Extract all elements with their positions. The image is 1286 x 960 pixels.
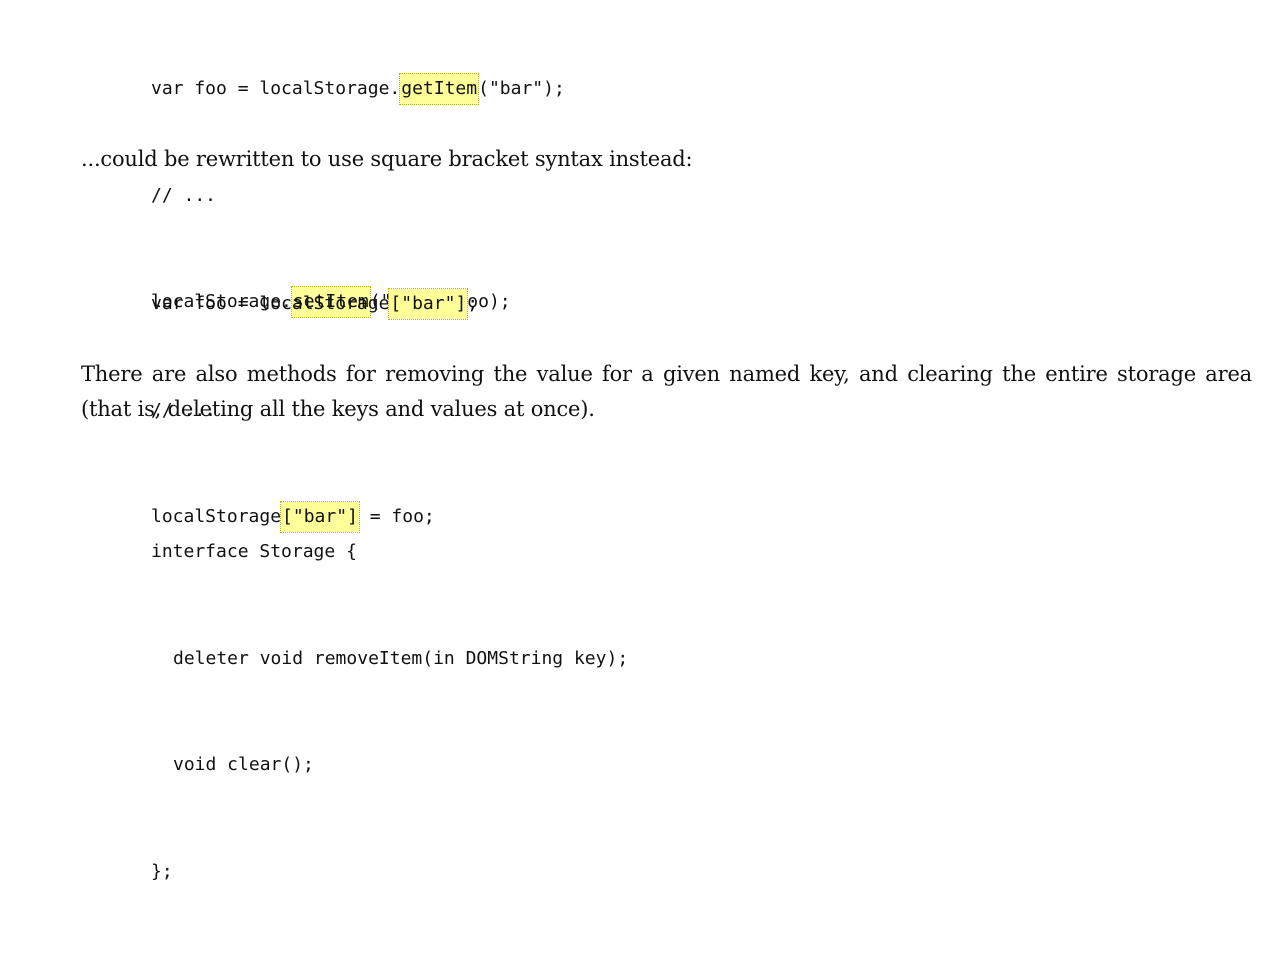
document-page: var foo = localStorage.getItem("bar"); /… [0, 0, 1286, 882]
code-text: deleter void removeItem(in DOMString key… [173, 647, 629, 669]
code-comment-line: // ... [151, 178, 565, 214]
highlighted-method: getItem [399, 73, 480, 105]
code-text: var foo = localStorage. [151, 78, 401, 99]
code-line-indented: deleter void removeItem(in DOMString key… [151, 641, 628, 677]
code-text: ; [467, 293, 479, 314]
code-text: void clear(); [173, 754, 314, 775]
code-line-indented: void clear(); [151, 747, 628, 783]
code-text: var foo = localStorage [151, 293, 390, 314]
paragraph-intro-square-brackets: ...could be rewritten to use square brac… [81, 147, 693, 171]
highlighted-bracket: ["bar"] [388, 288, 469, 320]
code-line: }; [151, 860, 173, 882]
code-text: ("bar"); [478, 78, 565, 99]
code-comment: // ... [151, 184, 217, 206]
code-line: var foo = localStorage["bar"]; [151, 286, 478, 322]
code-line: var foo = localStorage.getItem("bar"); [151, 71, 565, 107]
paragraph-remove-clear-methods: There are also methods for removing the … [81, 362, 1252, 421]
code-line: interface Storage { [151, 541, 357, 562]
code-block-storage-interface: interface Storage { deleter void removeI… [151, 463, 628, 960]
